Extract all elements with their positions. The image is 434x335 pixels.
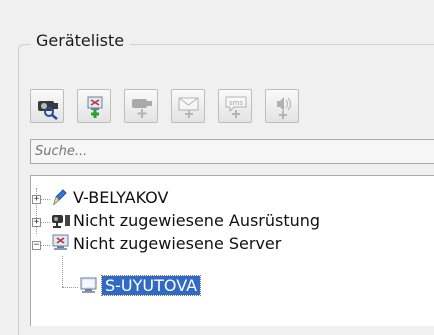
tree-line [62, 256, 63, 287]
pencil-icon [53, 189, 67, 206]
tree-item-unassigned-servers[interactable]: Nicht zugewiesene Server [73, 233, 281, 255]
search-input[interactable] [30, 139, 434, 164]
tree-line [41, 245, 50, 246]
search-camera-icon [38, 101, 58, 120]
device-tree[interactable]: + V-BELYAKOV + Nicht zugewiesene Ausrüst… [30, 175, 434, 326]
add-server-icon [87, 96, 103, 118]
add-mail-button[interactable] [171, 89, 205, 123]
tree-item-label: S-UYUTOVA [100, 275, 202, 296]
add-mail-icon [178, 97, 199, 118]
add-sms-icon: sms [225, 96, 247, 118]
add-camera-icon [132, 99, 152, 118]
tree-item-v-belyakov[interactable]: V-BELYAKOV [73, 187, 168, 209]
add-sound-icon [277, 97, 291, 119]
tree-line [41, 199, 50, 200]
add-sound-button[interactable] [265, 89, 299, 123]
tree-item-label: V-BELYAKOV [73, 188, 169, 207]
search-camera-button[interactable] [30, 89, 64, 123]
panel-title: Geräteliste [30, 31, 131, 50]
tree-item-label: Nicht zugewiesene Server [73, 234, 282, 253]
add-server-button[interactable] [77, 89, 111, 123]
collapse-button[interactable]: − [32, 241, 41, 250]
equipment-icon [52, 215, 70, 228]
add-camera-button[interactable] [124, 89, 158, 123]
add-sms-button[interactable]: sms [218, 89, 252, 123]
expand-button[interactable]: + [32, 218, 41, 227]
tree-line [62, 287, 78, 288]
tree-item-label: Nicht zugewiesene Ausrüstung [73, 211, 321, 230]
tree-item-s-uyutova[interactable]: S-UYUTOVA [100, 275, 202, 297]
computer-icon [80, 277, 97, 293]
server-error-icon [52, 234, 69, 250]
svg-text:sms: sms [229, 99, 243, 107]
tree-line [41, 222, 50, 223]
tree-item-unassigned-equipment[interactable]: Nicht zugewiesene Ausrüstung [73, 210, 320, 232]
expand-button[interactable]: + [32, 195, 41, 204]
